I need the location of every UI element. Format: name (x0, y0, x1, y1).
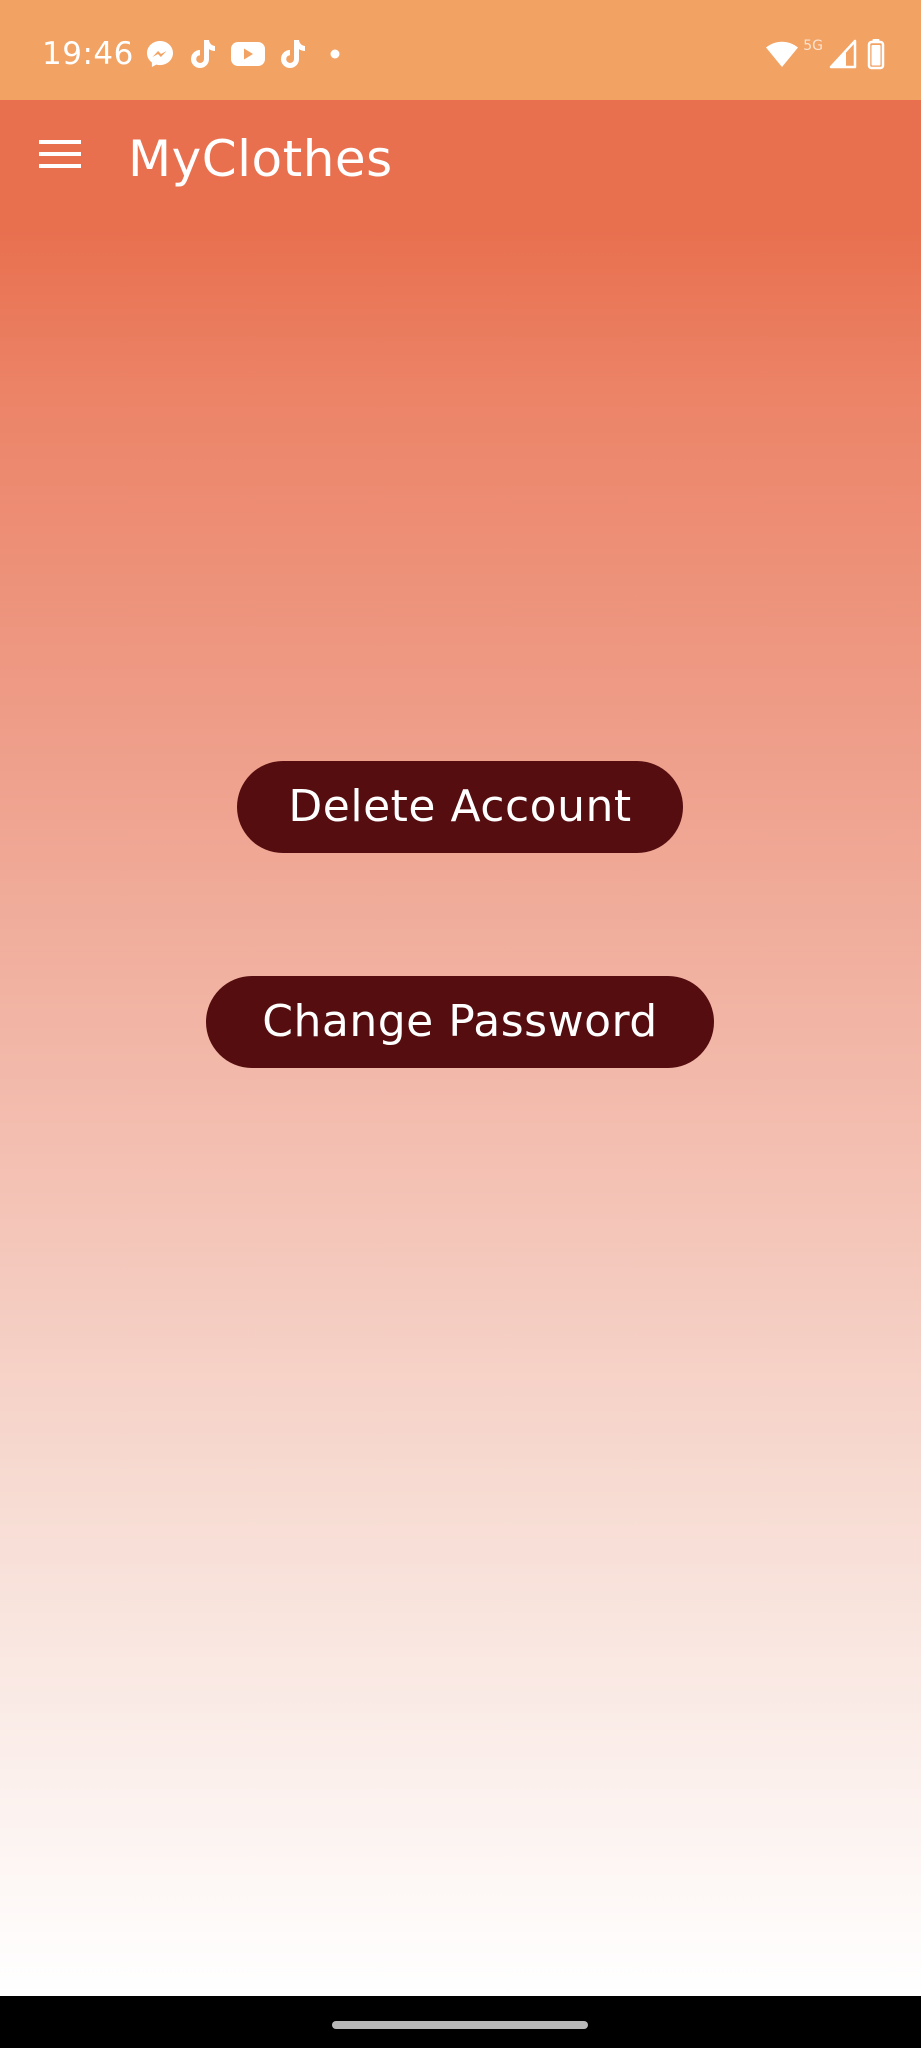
system-status-icons: 5G (765, 36, 885, 72)
notification-icons (144, 36, 350, 72)
menu-button[interactable] (22, 118, 98, 194)
change-password-button[interactable]: Change Password (206, 976, 714, 1068)
app-title: MyClothes (128, 130, 393, 188)
more-notifications-dot-icon (320, 39, 350, 69)
status-time: 19:46 (42, 36, 134, 72)
navigation-bar (0, 1996, 921, 2048)
tiktok-icon (188, 38, 218, 70)
battery-icon (867, 38, 885, 70)
cell-signal-icon (829, 39, 857, 69)
messenger-icon (144, 38, 176, 70)
youtube-icon (230, 39, 266, 69)
status-bar: 19:46 5G (0, 0, 921, 100)
network-type-label: 5G (803, 38, 823, 54)
app-screen: 19:46 5G MyClothes Delete Account Change… (0, 0, 921, 1996)
delete-account-button[interactable]: Delete Account (237, 761, 683, 853)
app-bar: MyClothes (0, 100, 921, 222)
hamburger-menu-icon (39, 139, 81, 173)
wifi-icon (765, 39, 799, 69)
tiktok-icon (278, 38, 308, 70)
home-gesture-handle[interactable] (332, 2021, 588, 2029)
